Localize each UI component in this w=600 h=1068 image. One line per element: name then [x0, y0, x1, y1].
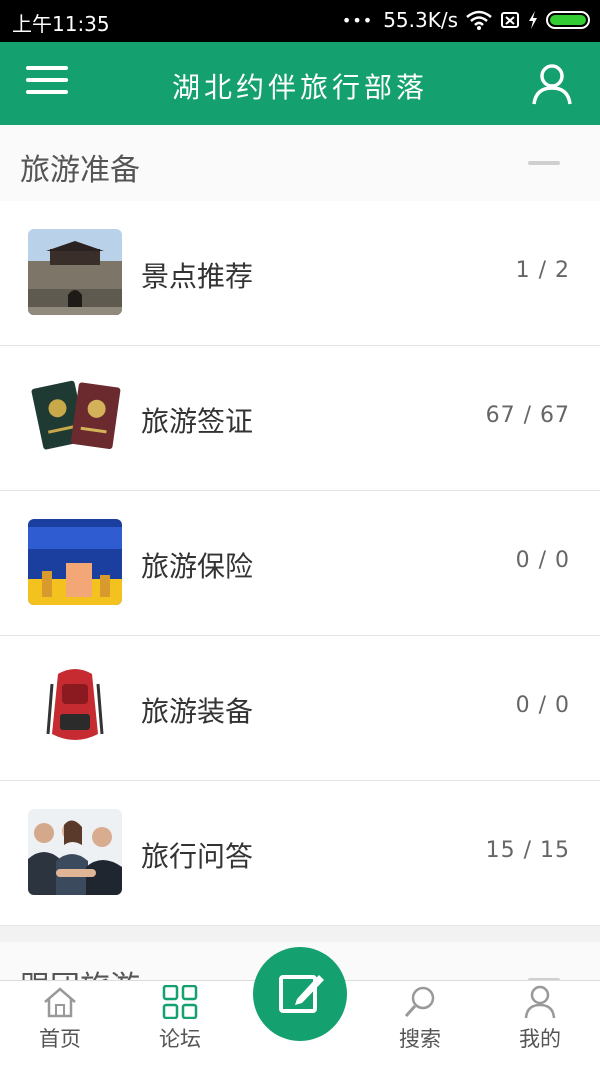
- board-count: 67 / 67: [485, 403, 570, 428]
- nav-home-label: 首页: [39, 1027, 81, 1051]
- compose-button[interactable]: [253, 947, 347, 1041]
- list-item[interactable]: 旅游签证 67 / 67: [0, 346, 600, 491]
- board-name: 旅游保险: [141, 550, 254, 583]
- section-header-travel-prep[interactable]: 旅游准备: [0, 125, 600, 202]
- status-bar: 上午11:35 ••• 55.3K/s: [0, 0, 600, 42]
- status-icons: ••• 55.3K/s: [342, 8, 590, 32]
- board-name: 景点推荐: [141, 260, 254, 293]
- edit-icon: [279, 975, 324, 1013]
- battery-icon: [546, 11, 590, 29]
- user-icon: [524, 985, 556, 1019]
- list-item[interactable]: 旅游保险 0 / 0: [0, 491, 600, 636]
- board-thumbnail: [28, 664, 122, 750]
- board-count: 15 / 15: [485, 838, 570, 863]
- nav-home[interactable]: 首页: [0, 985, 120, 1053]
- user-profile-icon[interactable]: [530, 62, 574, 106]
- list-item[interactable]: 旅行问答 15 / 15: [0, 781, 600, 926]
- nav-forum-label: 论坛: [159, 1027, 201, 1051]
- app-header: 湖北约伴旅行部落: [0, 42, 600, 125]
- home-icon: [44, 987, 76, 1018]
- board-thumbnail: [28, 519, 122, 605]
- search-icon: [404, 986, 435, 1018]
- board-name: 旅游签证: [141, 405, 254, 438]
- status-time: 上午11:35: [12, 12, 110, 36]
- page-title: 湖北约伴旅行部落: [171, 71, 428, 104]
- board-thumbnail: [28, 374, 122, 460]
- board-count: 0 / 0: [515, 548, 570, 573]
- board-thumbnail: [28, 809, 122, 895]
- nav-me[interactable]: 我的: [480, 985, 600, 1053]
- collapse-icon[interactable]: [528, 161, 560, 165]
- charging-icon: [529, 11, 537, 29]
- board-count: 1 / 2: [515, 258, 570, 283]
- nav-forum[interactable]: 论坛: [120, 985, 240, 1053]
- section-title: 旅游准备: [20, 153, 140, 188]
- forum-board-list: 景点推荐 1 / 2 旅游签证 67 / 67 旅游保险 0 / 0 旅游装备 …: [0, 201, 600, 926]
- nav-me-label: 我的: [519, 1027, 561, 1051]
- list-item[interactable]: 旅游装备 0 / 0: [0, 636, 600, 781]
- sim-off-icon: [501, 12, 519, 28]
- network-speed: 55.3K/s: [383, 8, 458, 32]
- nav-search[interactable]: 搜索: [360, 985, 480, 1053]
- nav-search-label: 搜索: [399, 1027, 441, 1051]
- board-name: 旅游装备: [141, 695, 254, 728]
- board-name: 旅行问答: [141, 840, 254, 873]
- list-item[interactable]: 景点推荐 1 / 2: [0, 201, 600, 346]
- status-dots: •••: [341, 10, 374, 30]
- board-count: 0 / 0: [515, 693, 570, 718]
- wifi-icon: [466, 10, 492, 30]
- bottom-navigation: 首页 论坛 搜索 我的: [0, 947, 600, 1068]
- grid-icon: [162, 985, 198, 1019]
- board-thumbnail: [28, 229, 122, 315]
